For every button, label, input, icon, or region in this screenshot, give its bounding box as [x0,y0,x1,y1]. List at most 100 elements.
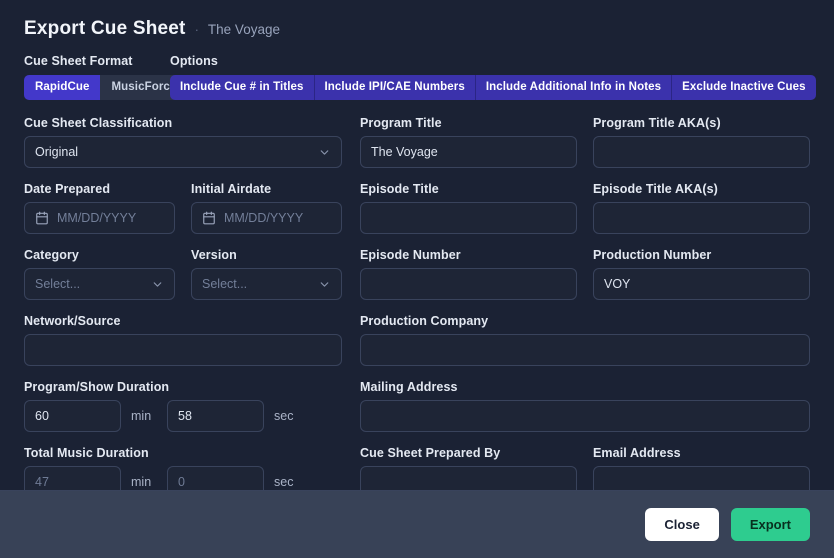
calendar-icon [202,211,216,225]
field-total-music-duration: Total Music Duration 47 min 0 sec [24,446,342,490]
chevron-down-icon [318,278,331,291]
input-program-title-aka[interactable] [593,136,810,168]
field-program-title-aka: Program Title AKA(s) [593,116,810,168]
input-production-number[interactable]: VOY [593,268,810,300]
input-program-title[interactable]: The Voyage [360,136,577,168]
label-program-title: Program Title [360,116,442,130]
page-title: Export Cue Sheet [24,18,186,39]
label-initial-airdate: Initial Airdate [191,182,272,196]
label-cue-sheet-prepared-by: Cue Sheet Prepared By [360,446,501,460]
input-episode-number[interactable] [360,268,577,300]
placeholder-category: Select... [35,277,81,291]
select-category[interactable]: Select... [24,268,175,300]
input-production-company[interactable] [360,334,810,366]
input-total-music-duration-seconds[interactable]: 0 [167,466,264,490]
value-program-title: The Voyage [371,145,438,159]
program-duration-inputs: 60 min 58 sec [24,400,342,432]
label-episode-number: Episode Number [360,248,461,262]
input-episode-title[interactable] [360,202,577,234]
unit-total-music-duration-seconds: sec [274,475,294,489]
form-column-left: Cue Sheet Classification Original Date P… [24,116,342,490]
input-program-duration-minutes[interactable]: 60 [24,400,121,432]
label-episode-title-aka: Episode Title AKA(s) [593,182,718,196]
label-email-address: Email Address [593,446,681,460]
field-initial-airdate: Initial Airdate MM/DD/YYYY [191,182,342,234]
placeholder-version: Select... [202,277,248,291]
label-network-source: Network/Source [24,314,121,328]
value-total-music-duration-seconds: 0 [178,475,185,489]
input-program-duration-seconds[interactable]: 58 [167,400,264,432]
field-cue-sheet-classification: Cue Sheet Classification Original [24,116,342,168]
value-program-duration-minutes: 60 [35,409,49,423]
select-cue-sheet-classification[interactable]: Original [24,136,342,168]
label-total-music-duration: Total Music Duration [24,446,149,460]
label-program-duration: Program/Show Duration [24,380,170,394]
options-group: Options Include Cue # in Titles Include … [170,54,816,100]
unit-total-music-duration-minutes: min [131,475,152,489]
input-email-address[interactable] [593,466,810,490]
options-label: Options [170,54,218,68]
value-cue-sheet-classification: Original [35,145,79,159]
input-total-music-duration-minutes[interactable]: 47 [24,466,121,490]
unit-program-duration-minutes: min [131,409,152,423]
input-mailing-address[interactable] [360,400,810,432]
label-cue-sheet-classification: Cue Sheet Classification [24,116,173,130]
field-production-number: Production Number VOY [593,248,810,300]
field-cue-sheet-prepared-by: Cue Sheet Prepared By [360,446,577,490]
option-exclude-inactive-cues[interactable]: Exclude Inactive Cues [671,75,816,100]
close-button[interactable]: Close [645,508,719,541]
select-version[interactable]: Select... [191,268,342,300]
input-cue-sheet-prepared-by[interactable] [360,466,577,490]
option-include-cue-number-in-titles[interactable]: Include Cue # in Titles [170,75,314,100]
form-body: Cue Sheet Classification Original Date P… [0,100,834,490]
label-production-number: Production Number [593,248,712,262]
format-option-rapidcue[interactable]: RapidCue [24,75,101,100]
field-production-company: Production Company [360,314,810,366]
calendar-icon [35,211,49,225]
chevron-down-icon [151,278,164,291]
value-production-number: VOY [604,277,631,291]
value-total-music-duration-minutes: 47 [35,475,49,489]
cue-sheet-format-label: Cue Sheet Format [24,54,133,68]
label-episode-title: Episode Title [360,182,439,196]
format-segmented-control: RapidCue MusicForce [24,75,188,100]
field-category: Category Select... [24,248,175,300]
label-production-company: Production Company [360,314,489,328]
label-program-title-aka: Program Title AKA(s) [593,116,721,130]
label-date-prepared: Date Prepared [24,182,111,196]
dialog-header: Export Cue Sheet · The Voyage [0,0,834,40]
title-separator: · [194,22,199,37]
input-network-source[interactable] [24,334,342,366]
label-mailing-address: Mailing Address [360,380,458,394]
field-email-address: Email Address [593,446,810,490]
placeholder-initial-airdate: MM/DD/YYYY [224,211,304,225]
unit-program-duration-seconds: sec [274,409,294,423]
input-date-prepared[interactable]: MM/DD/YYYY [24,202,175,234]
total-music-duration-inputs: 47 min 0 sec [24,466,342,490]
field-program-title: Program Title The Voyage [360,116,577,168]
export-button[interactable]: Export [730,508,810,541]
label-category: Category [24,248,79,262]
value-program-duration-seconds: 58 [178,409,192,423]
form-column-right: Program Title The Voyage Program Title A… [360,116,810,490]
field-date-prepared: Date Prepared MM/DD/YYYY [24,182,175,234]
field-program-duration: Program/Show Duration 60 min 58 sec [24,380,342,432]
input-initial-airdate[interactable]: MM/DD/YYYY [191,202,342,234]
field-mailing-address: Mailing Address [360,380,810,432]
field-version: Version Select... [191,248,342,300]
field-network-source: Network/Source [24,314,342,366]
label-version: Version [191,248,237,262]
chevron-down-icon [318,146,331,159]
option-include-additional-info-in-notes[interactable]: Include Additional Info in Notes [474,75,672,100]
option-include-ipi-cae-numbers[interactable]: Include IPI/CAE Numbers [313,75,475,100]
export-cue-sheet-dialog: Export Cue Sheet · The Voyage Cue Sheet … [0,0,834,558]
field-episode-title: Episode Title [360,182,577,234]
dialog-footer: Close Export [0,490,834,558]
field-episode-number: Episode Number [360,248,577,300]
input-episode-title-aka[interactable] [593,202,810,234]
dialog-subtitle: The Voyage [207,22,280,37]
placeholder-date-prepared: MM/DD/YYYY [57,211,137,225]
cue-sheet-format-group: Cue Sheet Format RapidCue MusicForce [24,54,188,100]
field-episode-title-aka: Episode Title AKA(s) [593,182,810,234]
top-controls: Cue Sheet Format RapidCue MusicForce Opt… [0,40,834,100]
